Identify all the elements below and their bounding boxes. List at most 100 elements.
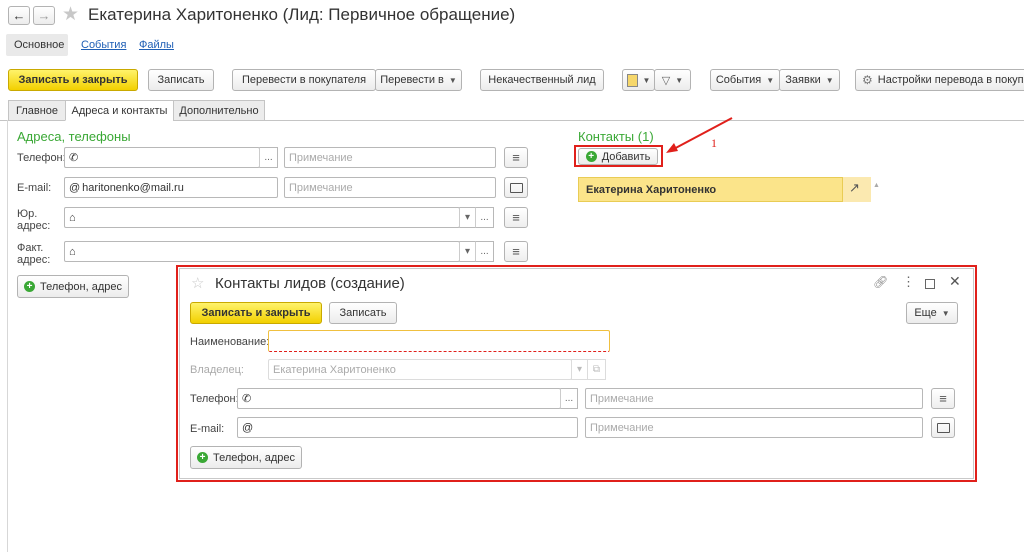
owner-label: Владелец: <box>190 364 244 376</box>
dialog-phone-note-placeholder: Примечание <box>590 392 654 405</box>
filter-icon: ▽ <box>661 74 671 87</box>
nav-events-link[interactable]: События <box>81 39 126 51</box>
phone-icon: ✆ <box>242 393 252 405</box>
legal-address-input[interactable]: ⌂ <box>64 207 460 228</box>
dialog-save-close-button[interactable]: Записать и закрыть <box>190 302 322 324</box>
events-label: События <box>715 74 762 86</box>
owner-open-icon: ⧉ <box>587 359 606 380</box>
open-external-icon[interactable]: ↗ <box>849 180 860 196</box>
phone-input[interactable]: ✆ <box>64 147 260 168</box>
gear-icon: ⚙ <box>862 73 873 87</box>
phone-actions-button[interactable]: ≡ <box>504 147 528 168</box>
more-vertical-icon[interactable]: ⋮ <box>902 274 915 290</box>
legal-address-label-line1: Юр. <box>17 208 38 220</box>
legal-address-actions-button[interactable]: ≡ <box>504 207 528 228</box>
menu-lines-icon: ≡ <box>512 243 520 259</box>
chevron-down-icon: ▼ <box>675 75 684 85</box>
back-button[interactable]: ← <box>8 6 30 25</box>
dialog-save-button[interactable]: Записать <box>329 302 397 324</box>
create-based-on-dropdown[interactable]: ▼ <box>622 69 655 91</box>
plus-icon: + <box>585 151 597 162</box>
transfer-settings-label: Настройки перевода в покупа <box>877 74 1024 86</box>
transfer-settings-button[interactable]: ⚙ Настройки перевода в покупа <box>855 69 1024 91</box>
email-note-placeholder: Примечание <box>289 181 353 194</box>
actual-address-actions-button[interactable]: ≡ <box>504 241 528 262</box>
legal-address-dropdown[interactable]: ▾ <box>459 207 476 228</box>
envelope-icon <box>509 182 523 193</box>
scroll-up-icon[interactable]: ▲ <box>873 182 880 189</box>
nav-files-link[interactable]: Файлы <box>139 39 174 51</box>
owner-dropdown: ▾ <box>571 359 588 380</box>
addresses-heading: Адреса, телефоны <box>17 129 131 144</box>
owner-input: Екатерина Харитоненко <box>268 359 572 380</box>
tab-main[interactable]: Главное <box>8 100 66 121</box>
dialog-more-dropdown[interactable]: Еще ▼ <box>906 302 958 324</box>
contact-row[interactable]: Екатерина Харитоненко <box>578 177 843 202</box>
dialog-email-input[interactable]: @ <box>237 417 578 438</box>
house-icon: ⌂ <box>69 245 76 258</box>
actual-address-input[interactable]: ⌂ <box>64 241 460 262</box>
tab-additional[interactable]: Дополнительно <box>173 100 265 121</box>
phone-select-button[interactable]: ... <box>259 147 278 168</box>
contact-name: Екатерина Харитоненко <box>586 184 717 196</box>
add-phone-address-label: Телефон, адрес <box>39 280 123 293</box>
save-and-close-button[interactable]: Записать и закрыть <box>8 69 138 91</box>
close-icon[interactable]: ✕ <box>949 273 961 290</box>
dialog-phone-actions-button[interactable]: ≡ <box>931 388 955 409</box>
maximize-icon[interactable] <box>925 279 935 289</box>
email-note-input[interactable]: Примечание <box>284 177 496 198</box>
dialog-star-icon[interactable]: ☆ <box>191 274 204 292</box>
plus-icon: + <box>23 281 35 292</box>
dialog-add-phone-address-button[interactable]: + Телефон, адрес <box>190 446 302 469</box>
dialog-phone-note-input[interactable]: Примечание <box>585 388 923 409</box>
dialog-phone-select-button[interactable]: ... <box>560 388 578 409</box>
chevron-down-icon: ▼ <box>642 75 651 85</box>
actual-address-dropdown[interactable]: ▾ <box>459 241 476 262</box>
add-contact-button[interactable]: + Добавить <box>578 148 658 165</box>
favorite-star-icon[interactable]: ★ <box>62 3 79 26</box>
dialog-email-note-input[interactable]: Примечание <box>585 417 923 438</box>
dialog-title: Контакты лидов (создание) <box>215 275 405 292</box>
transfer-to-customer-button[interactable]: Перевести в покупателя <box>232 69 376 91</box>
plus-icon: + <box>196 452 208 463</box>
chevron-down-icon: ▼ <box>448 75 457 85</box>
menu-lines-icon: ≡ <box>939 390 947 406</box>
dialog-phone-input[interactable]: ✆ <box>237 388 561 409</box>
events-dropdown[interactable]: События ▼ <box>710 69 780 91</box>
actual-address-label: Факт. адрес: <box>17 242 50 266</box>
forward-button[interactable]: → <box>33 6 55 25</box>
send-email-button[interactable] <box>504 177 528 198</box>
link-icon[interactable]: 🔗︎ <box>873 275 888 289</box>
annotation-arrow <box>666 117 733 153</box>
actual-address-label-line1: Факт. <box>17 242 44 254</box>
email-value: haritonenko@mail.ru <box>82 181 184 194</box>
actual-address-select-button[interactable]: ... <box>475 241 494 262</box>
nav-main-label: Основное <box>14 39 65 51</box>
tab-addresses-contacts[interactable]: Адреса и контакты <box>65 100 174 121</box>
at-icon: @ <box>242 421 254 434</box>
legal-address-select-button[interactable]: ... <box>475 207 494 228</box>
transfer-to-dropdown[interactable]: Перевести в ▼ <box>375 69 462 91</box>
at-icon: @ <box>69 181 81 194</box>
save-button[interactable]: Записать <box>148 69 214 91</box>
add-phone-address-button[interactable]: + Телефон, адрес <box>17 275 129 298</box>
page-title: Екатерина Харитоненко (Лид: Первичное об… <box>88 5 516 24</box>
filter-dropdown[interactable]: ▽ ▼ <box>654 69 691 91</box>
email-label: E-mail: <box>17 182 52 194</box>
name-input[interactable] <box>268 330 610 352</box>
dialog-email-note-placeholder: Примечание <box>590 421 654 434</box>
dialog-add-phone-address-label: Телефон, адрес <box>212 451 296 464</box>
dialog-send-email-button[interactable] <box>931 417 955 438</box>
phone-note-input[interactable]: Примечание <box>284 147 496 168</box>
dialog-email-label: E-mail: <box>190 423 225 435</box>
email-input[interactable]: @ haritonenko@mail.ru <box>64 177 278 198</box>
phone-icon: ✆ <box>69 152 79 164</box>
transfer-to-label: Перевести в <box>380 74 444 86</box>
low-quality-lead-button[interactable]: Некачественный лид <box>480 69 604 91</box>
requests-label: Заявки <box>785 74 821 86</box>
annotation-number: 1 <box>711 136 717 150</box>
legal-address-label-line2: адрес: <box>17 220 51 232</box>
requests-dropdown[interactable]: Заявки ▼ <box>779 69 840 91</box>
document-icon <box>626 73 638 87</box>
chevron-down-icon: ▼ <box>766 75 775 85</box>
